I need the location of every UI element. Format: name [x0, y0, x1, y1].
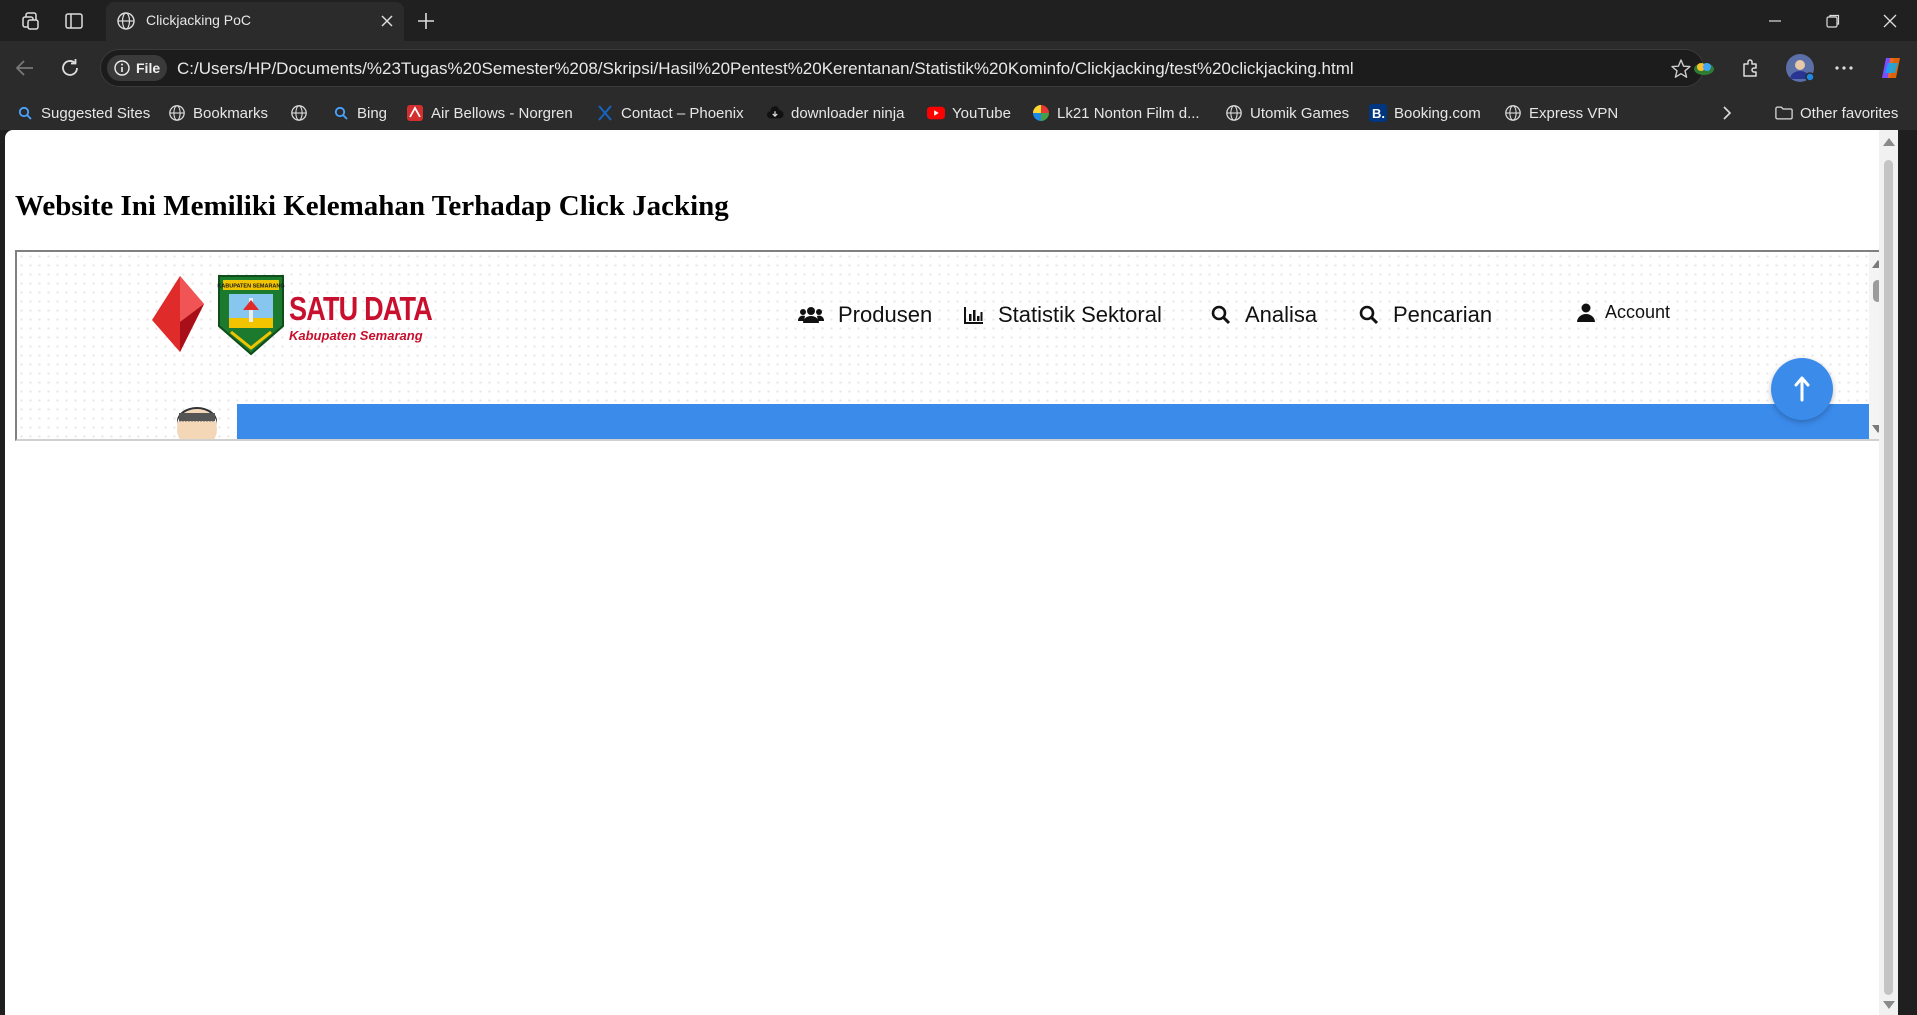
- bookmark-label: Suggested Sites: [41, 104, 151, 122]
- extension-icon[interactable]: [1690, 54, 1718, 82]
- url-text[interactable]: C:/Users/HP/Documents/%23Tugas%20Semeste…: [177, 59, 1354, 79]
- page-title: Website Ini Memiliki Kelemahan Terhadap …: [15, 190, 729, 222]
- nav-label: Statistik Sektoral: [998, 302, 1162, 327]
- close-window-button[interactable]: [1867, 6, 1913, 36]
- seal-text: KABUPATEN SEMARANG: [217, 284, 284, 290]
- nav-label: Produsen: [838, 302, 933, 327]
- minimize-button[interactable]: [1752, 6, 1798, 36]
- browser-toolbar: File C:/Users/HP/Documents/%23Tugas%20Se…: [0, 41, 1917, 95]
- nav-account[interactable]: Account: [1577, 302, 1670, 323]
- user-icon: [1577, 303, 1595, 322]
- bookmark-label: Contact – Phoenix: [621, 104, 744, 122]
- lk21-favicon: [1032, 104, 1050, 122]
- bookmark-label: Lk21 Nonton Film d...: [1057, 104, 1200, 122]
- scroll-thumb[interactable]: [1884, 160, 1893, 995]
- nav-label: Analisa: [1245, 302, 1318, 327]
- bookmark-suggested-sites[interactable]: Suggested Sites: [16, 101, 150, 125]
- youtube-icon: [927, 104, 945, 122]
- arrow-up-icon: [1794, 376, 1810, 402]
- search-icon: [332, 104, 350, 122]
- bookmark-booking[interactable]: B. Booking.com: [1369, 101, 1481, 125]
- file-scheme-label: File: [136, 60, 161, 76]
- bookmark-bookmarks[interactable]: Bookmarks: [168, 101, 268, 125]
- reload-button[interactable]: [56, 54, 84, 82]
- scroll-down-arrow[interactable]: [1883, 1001, 1895, 1009]
- vertical-tabs-icon[interactable]: [63, 10, 85, 32]
- page-viewport: Website Ini Memiliki Kelemahan Terhadap …: [5, 130, 1898, 1015]
- bookmark-label: downloader ninja: [791, 104, 905, 122]
- address-bar[interactable]: File C:/Users/HP/Documents/%23Tugas%20Se…: [100, 49, 1704, 87]
- bookmark-label: YouTube: [952, 104, 1011, 122]
- bookmark-label: Air Bellows - Norgren: [431, 104, 573, 122]
- globe-icon: [168, 104, 186, 122]
- chevron-right-icon[interactable]: [1720, 101, 1734, 125]
- bookmark-downloader-ninja[interactable]: downloader ninja: [766, 101, 904, 125]
- more-menu-icon[interactable]: [1830, 54, 1858, 82]
- bookmark-globe[interactable]: [290, 101, 315, 125]
- other-favorites-label: Other favorites: [1800, 104, 1899, 122]
- restore-button[interactable]: [1810, 6, 1856, 36]
- bookmark-air-bellows[interactable]: Air Bellows - Norgren: [406, 101, 573, 125]
- bookmark-label: Bing: [357, 104, 388, 122]
- nav-statistik-sektoral[interactable]: Statistik Sektoral: [964, 302, 1162, 328]
- bookmark-express-vpn[interactable]: Express VPN: [1504, 101, 1618, 125]
- logo-subtitle: Kabupaten Semarang: [289, 328, 423, 343]
- nav-label: Account: [1605, 302, 1671, 322]
- bookmark-label: Booking.com: [1394, 104, 1481, 122]
- bookmark-label: Express VPN: [1529, 104, 1619, 122]
- close-tab-icon[interactable]: [376, 10, 398, 32]
- phoenix-favicon: [596, 104, 614, 122]
- booking-favicon: B.: [1369, 104, 1387, 122]
- browser-title-bar: Clickjacking PoC: [0, 0, 1917, 41]
- globe-icon: [1225, 104, 1243, 122]
- bookmark-bing[interactable]: Bing: [332, 101, 387, 125]
- bookmark-lk21[interactable]: Lk21 Nonton Film d...: [1032, 101, 1200, 125]
- bar-chart-icon: [964, 306, 984, 324]
- embedded-iframe[interactable]: KABUPATEN SEMARANG SATU DATA Kabupaten S…: [15, 250, 1888, 441]
- workspaces-icon[interactable]: [20, 10, 42, 32]
- extensions-puzzle-icon[interactable]: [1736, 54, 1764, 82]
- bookmark-contact-phoenix[interactable]: Contact – Phoenix: [596, 101, 744, 125]
- bookmark-utomik-games[interactable]: Utomik Games: [1225, 101, 1349, 125]
- nav-produsen[interactable]: Produsen: [798, 302, 932, 328]
- search-icon: [1211, 305, 1231, 325]
- nav-analisa[interactable]: Analisa: [1211, 302, 1317, 328]
- users-icon: [798, 306, 824, 324]
- profile-avatar[interactable]: [1784, 52, 1816, 84]
- page-scrollbar[interactable]: [1879, 130, 1898, 1015]
- bookmark-label: Bookmarks: [193, 104, 269, 122]
- svg-text:B.: B.: [1372, 106, 1385, 121]
- site-info-chip[interactable]: File: [107, 55, 167, 81]
- folder-icon: [1775, 104, 1793, 122]
- tab-title: Clickjacking PoC: [146, 12, 252, 28]
- bookmarks-bar: Suggested Sites Bookmarks Bing Air Bello…: [0, 95, 1917, 130]
- bookmark-label: Utomik Games: [1250, 104, 1350, 122]
- scroll-up-arrow[interactable]: [1883, 138, 1895, 146]
- nav-pencarian[interactable]: Pencarian: [1359, 302, 1492, 328]
- globe-icon: [116, 11, 136, 31]
- kabupaten-seal-icon: KABUPATEN SEMARANG: [217, 275, 285, 356]
- info-icon: [113, 59, 131, 77]
- search-icon: [16, 104, 34, 122]
- back-button[interactable]: [11, 54, 39, 82]
- new-tab-button[interactable]: [414, 9, 438, 33]
- globe-icon: [290, 104, 308, 122]
- norgren-favicon: [406, 104, 424, 122]
- globe-icon: [1504, 104, 1522, 122]
- copilot-icon[interactable]: [1877, 54, 1905, 82]
- nav-label: Pencarian: [1393, 302, 1493, 327]
- cloud-download-icon: [766, 104, 784, 122]
- other-favorites[interactable]: Other favorites: [1775, 101, 1898, 125]
- bookmark-youtube[interactable]: YouTube: [927, 101, 1011, 125]
- scroll-to-top-button[interactable]: [1771, 358, 1833, 420]
- search-icon: [1359, 305, 1379, 325]
- logo-title: SATU DATA: [289, 290, 433, 327]
- hero-banner: [237, 404, 1873, 439]
- mascot-avatar: [175, 407, 219, 439]
- active-tab[interactable]: Clickjacking PoC: [106, 2, 404, 41]
